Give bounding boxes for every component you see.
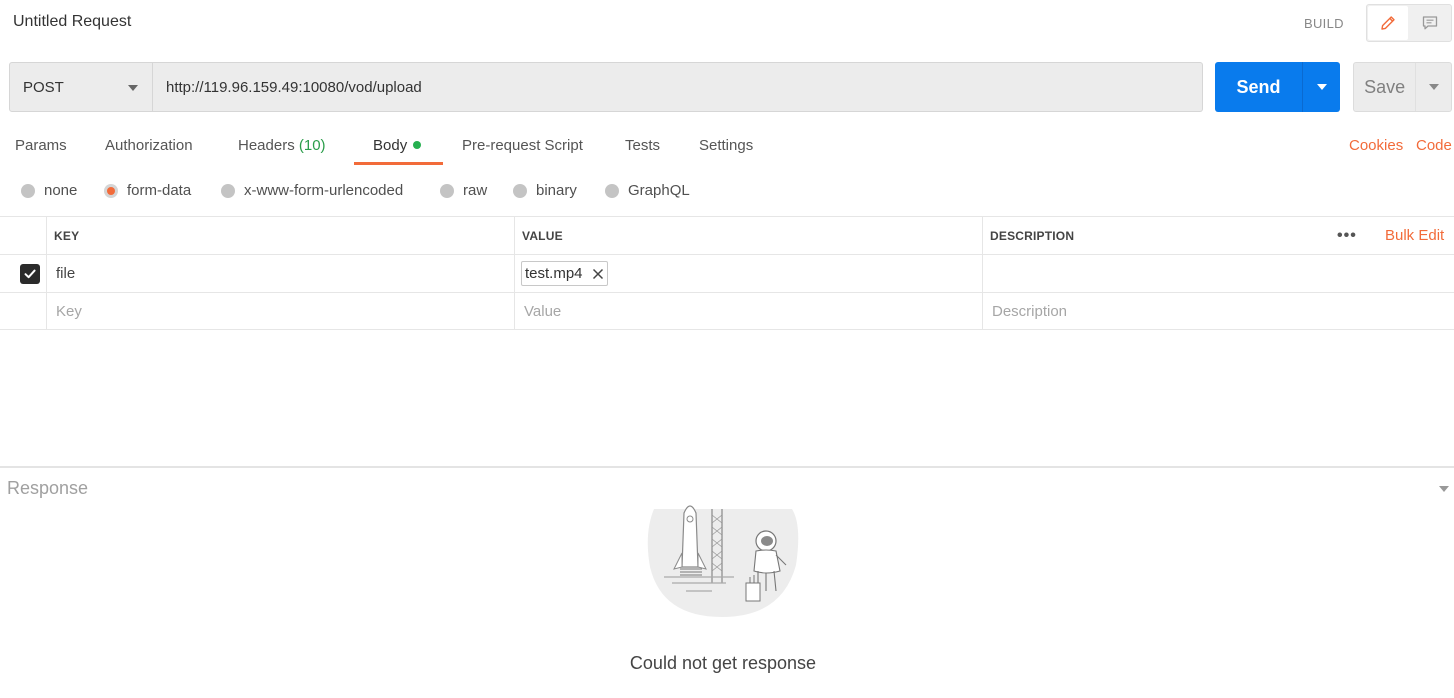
radio-x-www-form-urlencoded[interactable]: x-www-form-urlencoded	[221, 182, 403, 199]
key-input[interactable]: Key	[56, 293, 82, 329]
mode-toggle	[1366, 4, 1452, 42]
request-tabs: Params Authorization Headers (10) Body P…	[0, 130, 1454, 166]
row-description[interactable]	[990, 255, 1450, 292]
save-button[interactable]: Save	[1354, 63, 1415, 111]
checkmark-icon	[24, 269, 36, 278]
tab-tests[interactable]: Tests	[625, 137, 660, 154]
form-data-table: KEY VALUE DESCRIPTION ••• Bulk Edit file…	[0, 216, 1454, 330]
active-tab-indicator	[354, 162, 443, 165]
tab-params[interactable]: Params	[15, 137, 67, 154]
tab-headers[interactable]: Headers (10)	[238, 137, 326, 154]
method-label: POST	[23, 78, 64, 96]
tab-body[interactable]: Body	[373, 137, 422, 154]
send-button[interactable]: Send	[1215, 62, 1302, 112]
radio-form-data[interactable]: form-data	[104, 182, 191, 199]
table-header-row: KEY VALUE DESCRIPTION ••• Bulk Edit	[0, 216, 1454, 254]
response-empty-message: Could not get response	[629, 653, 817, 673]
table-row: file test.mp4	[0, 254, 1454, 292]
column-header-description: DESCRIPTION	[990, 228, 1075, 243]
radio-label: form-data	[127, 182, 192, 199]
collapse-response-icon[interactable]	[1439, 486, 1449, 492]
chevron-down-icon	[128, 85, 138, 91]
radio-circle-icon	[21, 183, 35, 198]
build-label: BUILD	[1304, 16, 1344, 31]
radio-circle-icon	[513, 183, 527, 198]
radio-none[interactable]: none	[21, 182, 77, 199]
radio-circle-icon	[221, 183, 235, 198]
column-header-value: VALUE	[522, 228, 563, 243]
tab-label: Params	[15, 137, 67, 154]
cookies-link[interactable]: Cookies	[1349, 137, 1403, 154]
radio-label: x-www-form-urlencoded	[244, 182, 404, 199]
chevron-down-icon	[1428, 84, 1439, 90]
code-link[interactable]: Code	[1416, 137, 1452, 154]
body-type-selector: none form-data x-www-form-urlencoded raw…	[0, 180, 1454, 204]
request-title: Untitled Request	[13, 13, 132, 30]
comments-mode-button[interactable]	[1409, 5, 1451, 41]
radio-raw[interactable]: raw	[440, 182, 487, 199]
file-name: test.mp4	[525, 265, 583, 282]
send-options-button[interactable]	[1302, 62, 1340, 112]
radio-label: none	[44, 182, 78, 199]
method-select[interactable]: POST	[9, 62, 153, 112]
radio-selected-icon	[104, 183, 118, 198]
tab-pre-request-script[interactable]: Pre-request Script	[462, 137, 583, 154]
tab-label: Settings	[699, 137, 754, 154]
close-icon[interactable]	[592, 268, 604, 280]
radio-binary[interactable]: binary	[513, 182, 577, 199]
astronaut-rocket-illustration	[647, 505, 799, 617]
more-options-icon[interactable]: •••	[1337, 217, 1357, 254]
comment-icon	[1422, 16, 1438, 30]
description-input[interactable]: Description	[992, 293, 1067, 329]
radio-graphql[interactable]: GraphQL	[605, 182, 690, 199]
radio-circle-icon	[605, 183, 619, 198]
row-key[interactable]: file	[56, 255, 75, 292]
file-chip: test.mp4	[521, 261, 608, 286]
column-header-key: KEY	[54, 228, 80, 243]
headers-count: (10)	[298, 137, 326, 154]
url-text: http://119.96.159.49:10080/vod/upload	[166, 78, 422, 96]
tab-authorization[interactable]: Authorization	[105, 137, 193, 154]
tab-label: Body	[373, 137, 408, 154]
url-input[interactable]: http://119.96.159.49:10080/vod/upload	[153, 62, 1203, 112]
radio-label: raw	[463, 182, 488, 199]
save-options-button[interactable]	[1415, 63, 1451, 111]
pencil-icon	[1381, 16, 1395, 30]
tab-label: Tests	[625, 137, 661, 154]
response-title: Response	[7, 478, 89, 498]
save-button-group: Save	[1353, 62, 1452, 112]
bulk-edit-link[interactable]: Bulk Edit	[1385, 217, 1444, 254]
status-dot-icon	[413, 141, 422, 149]
row-enabled-checkbox[interactable]	[20, 263, 40, 284]
response-divider[interactable]	[0, 466, 1454, 468]
radio-label: binary	[536, 182, 577, 199]
edit-mode-button[interactable]	[1368, 6, 1408, 40]
tab-settings[interactable]: Settings	[699, 137, 753, 154]
tab-label: Pre-request Script	[462, 137, 583, 154]
chevron-down-icon	[1316, 84, 1327, 90]
value-input[interactable]: Value	[524, 293, 561, 329]
tab-label: Headers	[238, 137, 295, 154]
table-row-new: Key Value Description	[0, 292, 1454, 330]
radio-circle-icon	[440, 183, 454, 198]
radio-label: GraphQL	[628, 182, 690, 199]
tab-label: Authorization	[105, 137, 193, 154]
send-button-group: Send	[1215, 62, 1340, 112]
